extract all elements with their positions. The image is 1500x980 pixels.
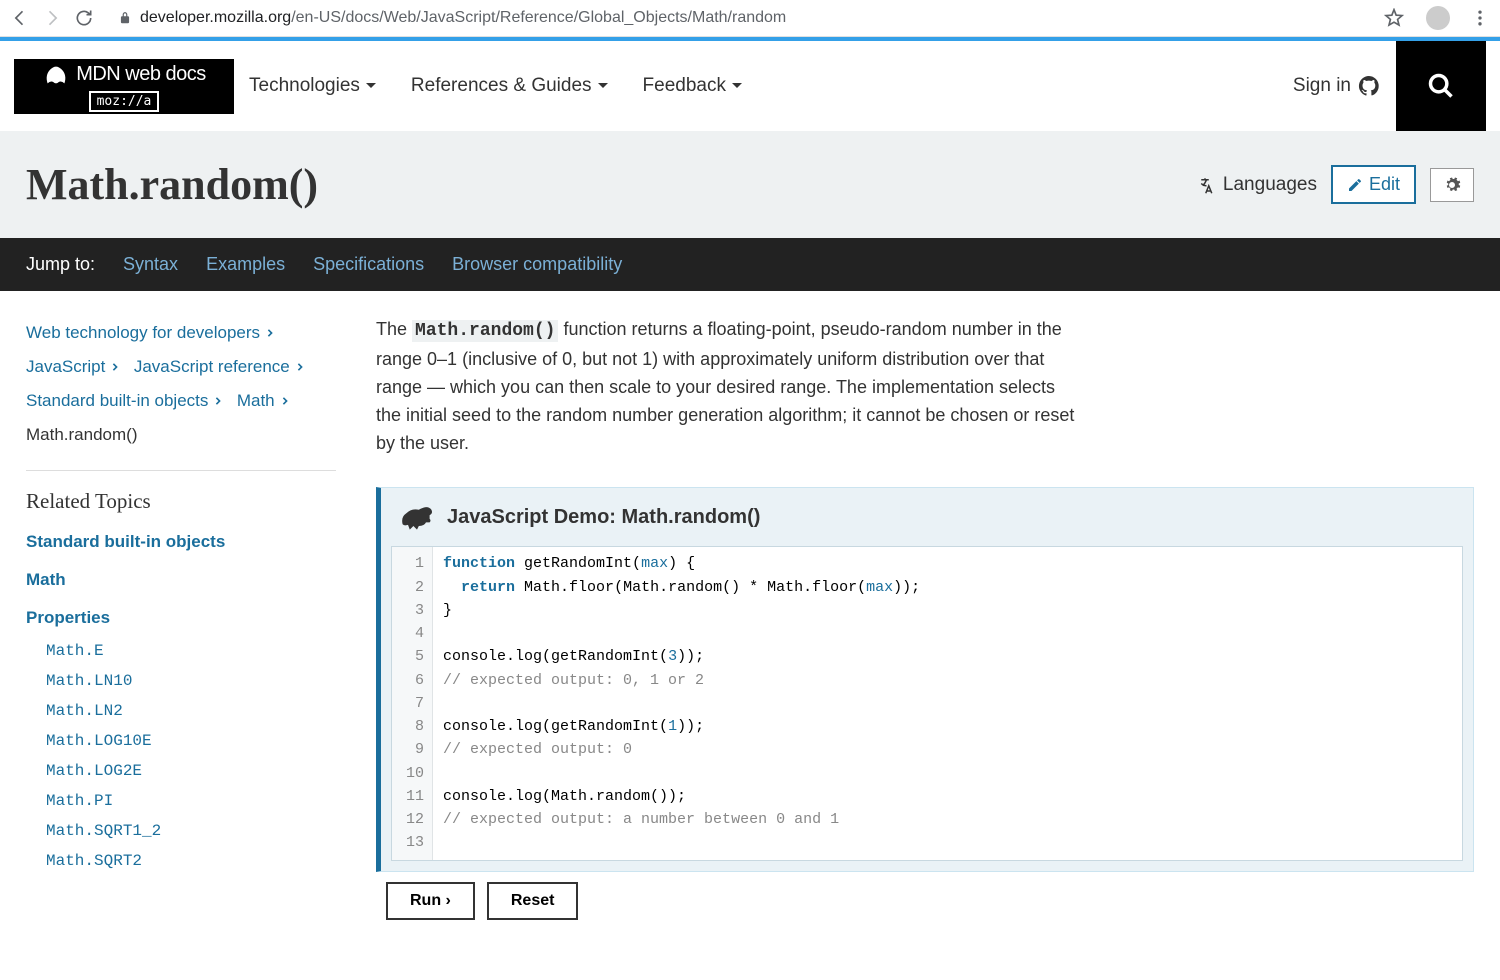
dino-icon	[399, 502, 435, 532]
reset-button[interactable]: Reset	[487, 882, 579, 920]
url-text: developer.mozilla.org/en-US/docs/Web/Jav…	[140, 9, 786, 27]
edit-button[interactable]: Edit	[1331, 165, 1416, 204]
related-link-math[interactable]: Math	[26, 570, 336, 590]
search-button[interactable]	[1396, 41, 1486, 131]
jumpto-compat[interactable]: Browser compatibility	[452, 254, 622, 275]
sidebar: Web technology for developers JavaScript…	[26, 316, 336, 920]
gear-icon	[1443, 176, 1461, 194]
mdn-logo-text: MDN web docs	[76, 63, 206, 86]
caret-down-icon	[366, 81, 376, 91]
breadcrumb-item[interactable]: Standard built-in objects	[26, 384, 222, 418]
chevron-right-icon	[266, 329, 274, 337]
property-link[interactable]: Math.LOG10E	[46, 732, 336, 750]
breadcrumb-item[interactable]: Web technology for developers	[26, 316, 274, 350]
signin-link[interactable]: Sign in	[1293, 74, 1381, 98]
property-link[interactable]: Math.LOG2E	[46, 762, 336, 780]
breadcrumb-item[interactable]: JavaScript reference	[134, 350, 304, 384]
reload-icon	[74, 8, 94, 28]
settings-button[interactable]	[1430, 168, 1474, 202]
jumpto-examples[interactable]: Examples	[206, 254, 285, 275]
divider	[26, 470, 336, 471]
mdn-logo[interactable]: MDN web docs moz://a	[14, 59, 234, 114]
line-numbers: 12345678910111213	[392, 547, 433, 859]
breadcrumb-current: Math.random()	[26, 418, 336, 452]
chevron-right-icon	[281, 397, 289, 405]
mdn-logo-sub: moz://a	[89, 91, 160, 112]
caret-down-icon	[732, 81, 742, 91]
properties-heading[interactable]: Properties	[26, 608, 336, 628]
chevron-right-icon	[111, 363, 119, 371]
example-title: JavaScript Demo: Math.random()	[447, 506, 760, 529]
breadcrumb: Web technology for developers JavaScript…	[26, 316, 336, 452]
code-content[interactable]: function getRandomInt(max) { return Math…	[433, 547, 930, 859]
jumpto-syntax[interactable]: Syntax	[123, 254, 178, 275]
mdn-top-nav: MDN web docs moz://a Technologies Refere…	[0, 41, 1500, 131]
nav-feedback[interactable]: Feedback	[643, 75, 742, 97]
chevron-right-icon	[296, 363, 304, 371]
property-link[interactable]: Math.LN2	[46, 702, 336, 720]
back-button[interactable]	[10, 8, 30, 28]
page-title: Math.random()	[26, 159, 318, 210]
github-icon	[1357, 74, 1381, 98]
breadcrumb-item[interactable]: JavaScript	[26, 350, 119, 384]
jumpto-label: Jump to:	[26, 254, 95, 275]
pencil-icon	[1347, 177, 1363, 193]
intro-paragraph: The Math.random() function returns a flo…	[376, 316, 1076, 457]
language-icon	[1199, 176, 1217, 194]
jumpto-bar: Jump to: Syntax Examples Specifications …	[0, 238, 1500, 291]
arrow-right-icon	[42, 8, 62, 28]
breadcrumb-item[interactable]: Math	[237, 384, 289, 418]
languages-button[interactable]: Languages	[1199, 174, 1317, 196]
caret-down-icon	[598, 81, 608, 91]
property-link[interactable]: Math.PI	[46, 792, 336, 810]
property-link[interactable]: Math.E	[46, 642, 336, 660]
nav-technologies[interactable]: Technologies	[249, 75, 376, 97]
property-link[interactable]: Math.SQRT2	[46, 852, 336, 870]
article: The Math.random() function returns a flo…	[376, 316, 1474, 920]
property-link[interactable]: Math.LN10	[46, 672, 336, 690]
reload-button[interactable]	[74, 8, 94, 28]
star-icon[interactable]	[1384, 8, 1404, 28]
search-icon	[1427, 72, 1455, 100]
kebab-menu-icon[interactable]	[1470, 8, 1490, 28]
arrow-left-icon	[10, 8, 30, 28]
forward-button[interactable]	[42, 8, 62, 28]
lock-icon	[118, 11, 132, 25]
code-editor[interactable]: 12345678910111213 function getRandomInt(…	[391, 546, 1463, 860]
title-bar: Math.random() Languages Edit	[0, 131, 1500, 238]
related-link-builtin[interactable]: Standard built-in objects	[26, 532, 336, 552]
example-box: JavaScript Demo: Math.random() 123456789…	[376, 487, 1474, 871]
mdn-menu-list: Technologies References & Guides Feedbac…	[249, 75, 742, 97]
jumpto-specifications[interactable]: Specifications	[313, 254, 424, 275]
profile-avatar[interactable]	[1426, 6, 1450, 30]
address-bar[interactable]: developer.mozilla.org/en-US/docs/Web/Jav…	[106, 9, 1362, 27]
mdn-logo-icon	[42, 61, 70, 89]
related-topics-heading: Related Topics	[26, 489, 336, 514]
browser-toolbar: developer.mozilla.org/en-US/docs/Web/Jav…	[0, 0, 1500, 37]
nav-references[interactable]: References & Guides	[411, 75, 608, 97]
run-button[interactable]: Run ›	[386, 882, 475, 920]
property-link[interactable]: Math.SQRT1_2	[46, 822, 336, 840]
intro-code: Math.random()	[412, 320, 558, 342]
chevron-right-icon	[214, 397, 222, 405]
